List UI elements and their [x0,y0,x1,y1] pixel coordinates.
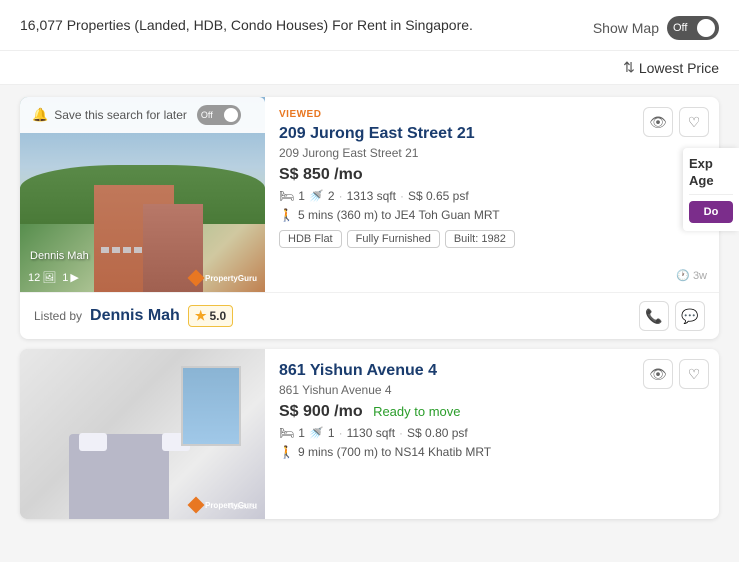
show-map-toggle[interactable]: Off [667,16,719,40]
sqft-2: 1130 sqft [347,426,395,440]
save-search-label: Save this search for later [54,108,187,122]
card-actions-1: 👁 ♡ [643,107,709,137]
listing-card-2: Tracklist PropertyGuru 861 Yishun Avenue… [20,349,719,519]
card-actions-2: 👁 ♡ [643,359,709,389]
card-details-2: 861 Yishun Avenue 4 861 Yishun Avenue 4 … [265,349,719,519]
footer-actions-1: 📞 💬 [639,301,705,331]
star-icon: ★ [195,308,207,324]
bath-icon: 🚿 [309,189,324,203]
sqft-1: 1313 sqft [347,189,396,203]
clock-icon-1: 🕐 [676,269,690,282]
save-toggle-circle [224,108,238,122]
listing-image-1[interactable]: 🔔 Save this search for later Off [20,97,265,292]
sep4: · [399,426,403,440]
psf-2: S$ 0.80 psf [407,426,468,440]
show-map-area: Show Map Off [593,16,719,40]
transit-text-1: 5 mins (360 m) to JE4 Toh Guan MRT [298,208,500,222]
listings-container: 🔔 Save this search for later Off [0,85,739,531]
save-search-bar: 🔔 Save this search for later Off [20,97,265,133]
listed-by-label: Listed by [34,309,82,323]
do-button[interactable]: Do [689,201,733,223]
photo-icon: 🖼 [42,271,56,284]
listing-tags-1: HDB Flat Fully Furnished Built: 1982 [279,230,705,248]
sort-icon: ⇅ [623,59,635,76]
agent-label: Age [689,173,733,188]
sep3: · [339,426,343,440]
bell-icon: 🔔 [32,107,48,123]
bath-icon-2: 🚿 [309,426,324,440]
call-button-1[interactable]: 📞 [639,301,669,331]
listing-card-1: 🔔 Save this search for later Off [20,97,719,339]
card-footer-1: Listed by Dennis Mah ★ 5.0 📞 💬 [20,292,719,339]
agent-name-overlay: Dennis Mah [30,250,89,262]
rating-badge: ★ 5.0 [188,305,233,327]
eye-button-2[interactable]: 👁 [643,359,673,389]
psf-1: S$ 0.65 psf [408,189,469,203]
agent-name-link[interactable]: Dennis Mah [90,307,180,325]
tag-hdb: HDB Flat [279,230,342,248]
bed-count-2: 1 [298,426,305,440]
right-panel-teaser: Exp Age Do [683,148,739,231]
show-map-label: Show Map [593,20,659,36]
listing-address-1: 209 Jurong East Street 21 [279,146,705,160]
sep2: · [400,189,404,203]
card-top-2: Tracklist PropertyGuru 861 Yishun Avenue… [20,349,719,519]
toggle-circle [697,19,715,37]
listing-specs-1: 🛏 1 🚿 2 · 1313 sqft · S$ 0.65 psf [279,189,705,203]
image-count-1: 12 🖼 1 ▶ [28,271,79,284]
listing-transit-1: 🚶 5 mins (360 m) to JE4 Toh Guan MRT [279,208,705,222]
viewed-label: VIEWED [279,109,705,120]
video-icon: ▶ [70,271,78,284]
price-value-2: S$ 900 /mo [279,403,363,420]
tag-built: Built: 1982 [445,230,515,248]
pg-diamond-2 [187,497,204,514]
walk-icon-2: 🚶 [279,445,294,459]
image-count-number: 12 🖼 [28,271,56,284]
toggle-off-label: Off [673,22,687,34]
timestamp-1: 🕐 3w [676,269,707,282]
eye-button-1[interactable]: 👁 [643,107,673,137]
listing-specs-2: 🛏 1 🚿 1 · 1130 sqft · S$ 0.80 psf [279,426,705,440]
pg-watermark-1: PropertyGuru [190,272,257,284]
tag-furnished: Fully Furnished [347,230,440,248]
save-toggle-text: Off [201,110,213,120]
listing-image-2[interactable]: Tracklist PropertyGuru [20,349,265,519]
listing-title-1[interactable]: 209 Jurong East Street 21 [279,124,705,143]
card-details-1: VIEWED 209 Jurong East Street 21 209 Jur… [265,97,719,292]
time-label-1: 3w [693,270,707,282]
video-count: 1 ▶ [62,271,79,284]
photo-count: 12 [28,272,40,284]
page-header: 16,077 Properties (Landed, HDB, Condo Ho… [0,0,739,51]
sort-bar: ⇅ Lowest Price [0,51,739,85]
ready-badge: Ready to move [373,404,460,419]
listing-address-2: 861 Yishun Avenue 4 [279,383,705,397]
save-search-toggle[interactable]: Off [197,105,241,125]
agent-info: Listed by Dennis Mah ★ 5.0 [34,305,233,327]
chat-button-1[interactable]: 💬 [675,301,705,331]
bath-count: 2 [328,189,335,203]
rating-value: 5.0 [209,309,226,323]
card-top-1: 🔔 Save this search for later Off [20,97,719,292]
listing-price-2: S$ 900 /mo Ready to move [279,403,705,421]
heart-button-1[interactable]: ♡ [679,107,709,137]
bed-icon-2: 🛏 [279,426,294,440]
bath-count-2: 1 [328,426,335,440]
listing-transit-2: 🚶 9 mins (700 m) to NS14 Khatib MRT [279,445,705,459]
bed-count: 1 [298,189,305,203]
sep1: · [339,189,343,203]
bed-icon: 🛏 [279,189,294,203]
sort-label: Lowest Price [639,60,719,76]
listing-price-1: S$ 850 /mo [279,166,705,184]
divider [689,194,733,195]
transit-text-2: 9 mins (700 m) to NS14 Khatib MRT [298,445,491,459]
walk-icon-1: 🚶 [279,208,294,222]
pg-diamond [187,270,204,287]
page-title: 16,077 Properties (Landed, HDB, Condo Ho… [20,16,473,36]
exp-label: Exp [689,156,733,171]
listing-title-2[interactable]: 861 Yishun Avenue 4 [279,361,705,380]
sort-button[interactable]: ⇅ Lowest Price [623,59,719,76]
heart-button-2[interactable]: ♡ [679,359,709,389]
pg-watermark-2: PropertyGuru [190,499,257,511]
